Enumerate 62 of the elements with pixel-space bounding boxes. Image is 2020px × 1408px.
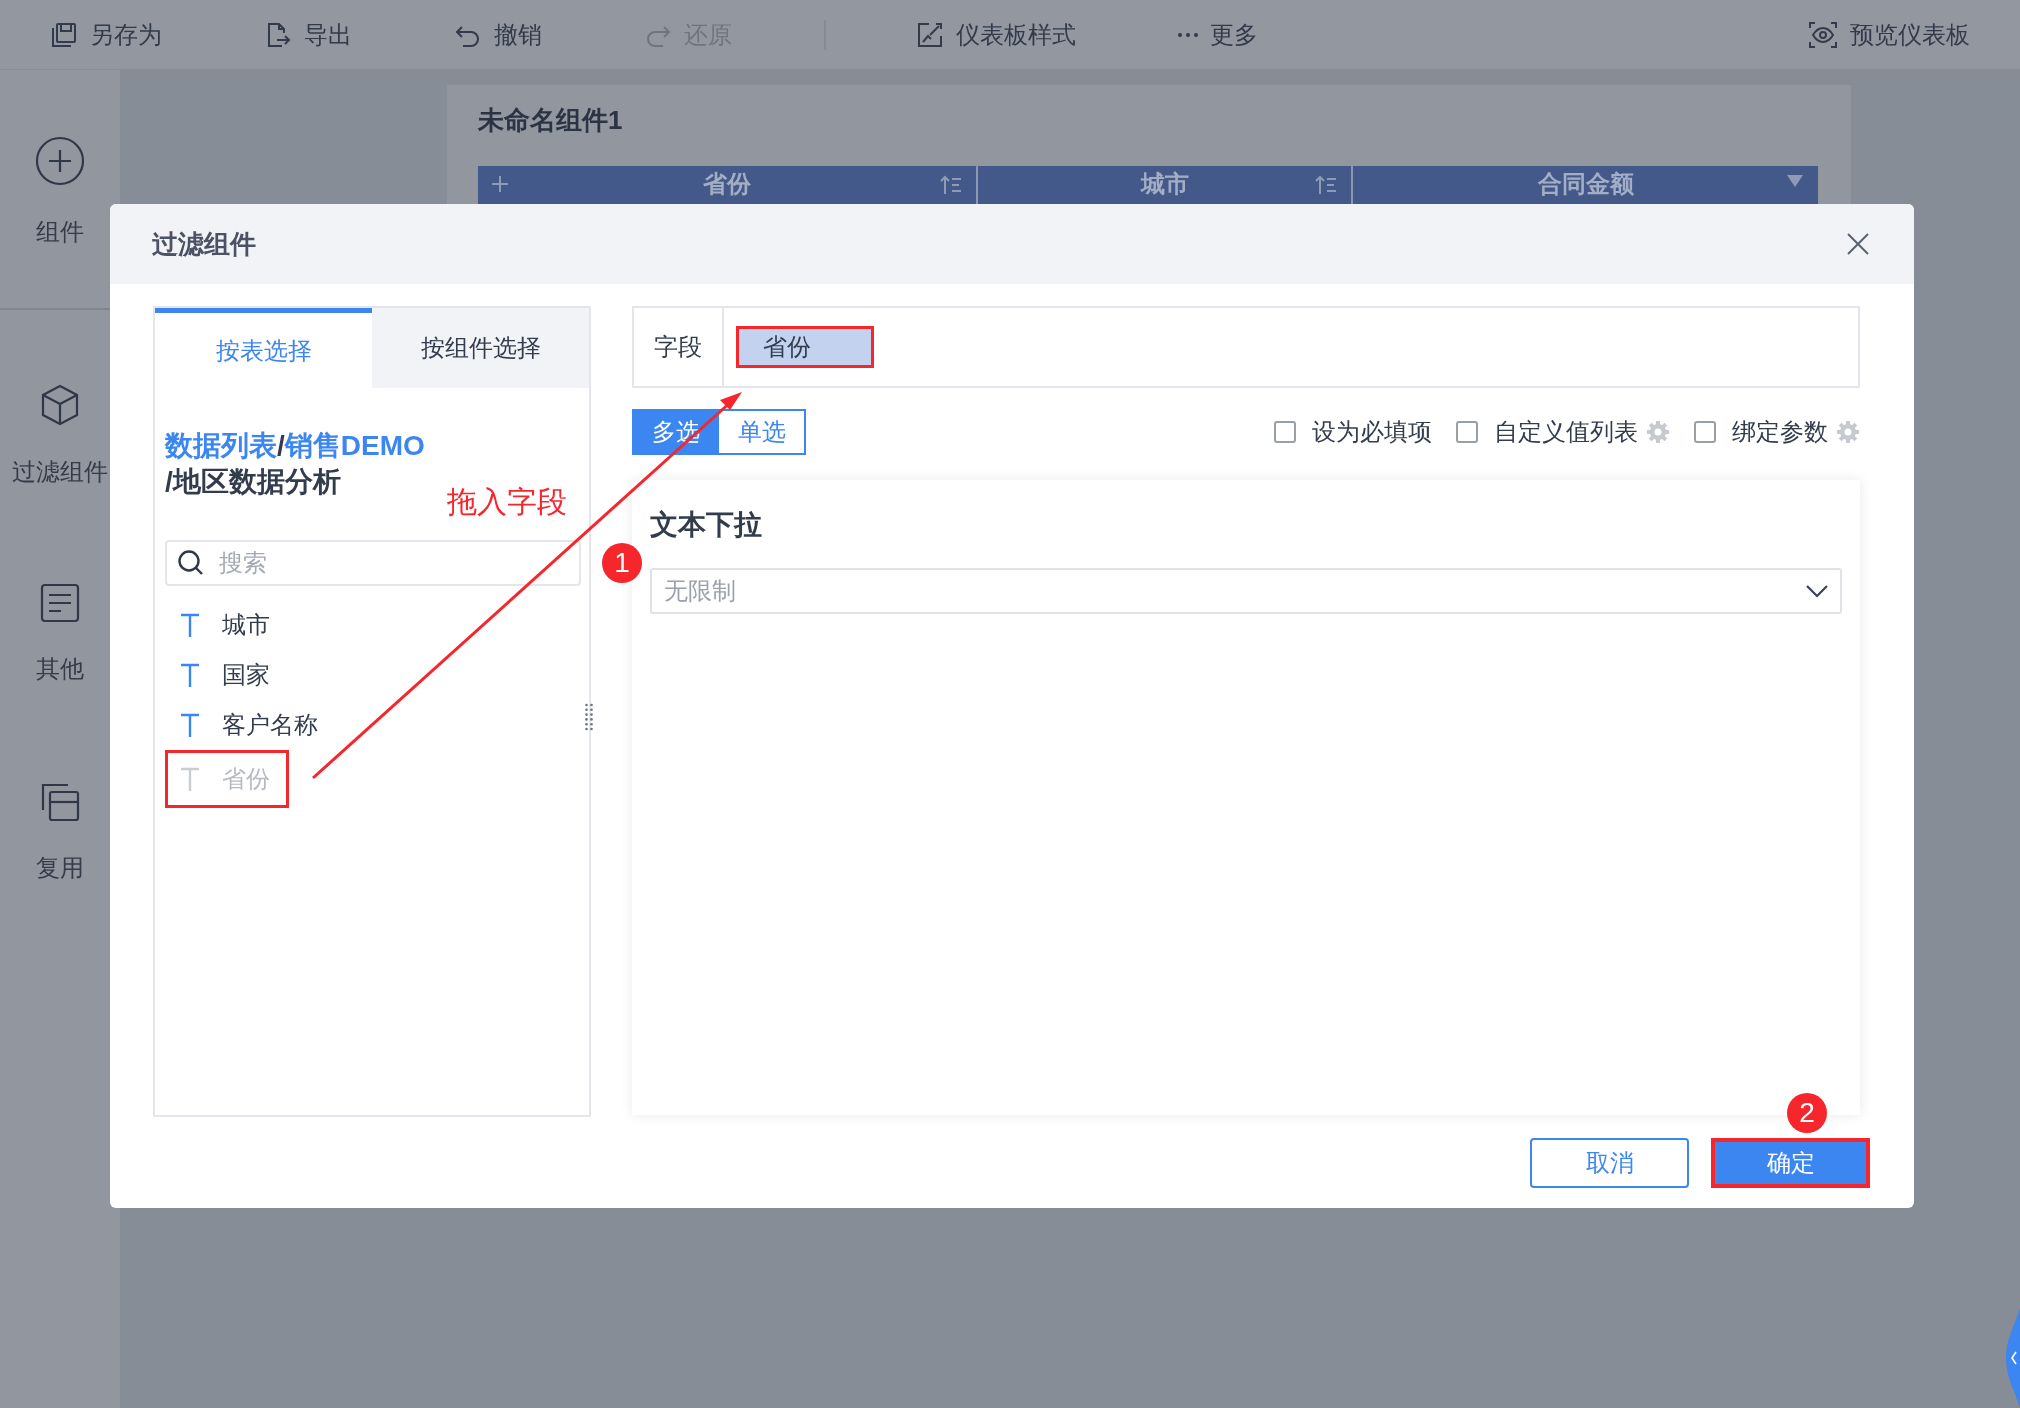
cancel-button[interactable]: 取消 (1530, 1138, 1689, 1188)
filter-triangle-icon[interactable] (1786, 174, 1804, 188)
checkbox[interactable] (1456, 421, 1478, 443)
collapse-handle[interactable] (2006, 1308, 2020, 1408)
text-type-icon (180, 663, 200, 687)
path-text: /地区数据分析 (165, 466, 341, 497)
tab[interactable]: 按组件选择 (372, 308, 589, 388)
text-type-icon (180, 767, 200, 791)
chevron-down-icon (1806, 584, 1828, 598)
dropdown-field[interactable]: 无限制 (650, 568, 1842, 614)
widget-type-title: 文本下拉 (650, 508, 762, 542)
column-header: 城市 (1140, 170, 1189, 198)
field-item[interactable]: 国家 (165, 650, 289, 700)
more-icon (1178, 32, 1198, 37)
search-icon (177, 549, 205, 577)
search-field[interactable]: 搜索 (165, 540, 581, 586)
eye-icon (1808, 19, 1838, 50)
sort-icon[interactable] (940, 174, 962, 196)
field-item[interactable]: 客户名称 (165, 700, 337, 750)
path-text: / (277, 430, 285, 461)
drag-hint-label: 拖入字段 (447, 484, 567, 520)
toolbar-button[interactable]: 导出 (264, 18, 352, 51)
checkbox-label: 绑定参数 (1732, 417, 1828, 447)
gear-icon[interactable] (1836, 420, 1860, 444)
floppy-disk-icon (50, 20, 78, 49)
sidebar-item[interactable]: 其他 (36, 653, 84, 685)
sidebar-item[interactable]: 复用 (36, 852, 84, 884)
cube-icon (40, 384, 80, 426)
toolbar-button[interactable]: 另存为 (50, 18, 162, 51)
drag-handle-icon[interactable] (585, 703, 593, 731)
confirm-button[interactable]: 确定 (1711, 1138, 1870, 1188)
checkbox-label: 自定义值列表 (1494, 417, 1638, 447)
field-label: 字段 (654, 332, 702, 362)
mode-toggle[interactable]: 多选 (632, 409, 719, 455)
sort-icon[interactable] (1315, 174, 1337, 196)
toolbar-button[interactable]: 更多 (1178, 18, 1258, 51)
picture-wand-icon (916, 20, 944, 49)
plus-icon[interactable] (490, 174, 510, 194)
column-header: 省份 (703, 170, 751, 198)
path-link[interactable]: 数据列表 (165, 430, 277, 461)
text-type-icon (180, 713, 200, 737)
checkbox[interactable] (1694, 421, 1716, 443)
sidebar-item[interactable]: 组件 (36, 216, 84, 248)
field-chip[interactable]: 省份 (736, 326, 874, 368)
widget-title: 未命名组件1 (478, 104, 623, 137)
field-item[interactable]: 城市 (165, 600, 289, 650)
mode-toggle[interactable]: 单选 (719, 409, 806, 455)
sidebar-item[interactable]: 过滤组件 (12, 456, 108, 488)
dialog-title: 过滤组件 (152, 227, 256, 261)
checkbox-label: 设为必填项 (1312, 417, 1432, 447)
gear-icon[interactable] (1646, 420, 1670, 444)
path-link[interactable]: 销售DEMO (284, 430, 425, 461)
text-type-icon (180, 613, 200, 637)
plus-circle-icon (35, 136, 85, 186)
document-lines-icon (40, 583, 80, 623)
toolbar-button[interactable]: 仪表板样式 (916, 18, 1076, 51)
toolbar-button[interactable]: 撤销 (454, 18, 542, 51)
preview-button[interactable]: 预览仪表板 (1808, 18, 1970, 51)
close-icon[interactable] (1846, 232, 1870, 256)
checkbox[interactable] (1274, 421, 1296, 443)
stacked-windows-icon (40, 782, 80, 822)
column-header: 合同金额 (1537, 170, 1634, 198)
